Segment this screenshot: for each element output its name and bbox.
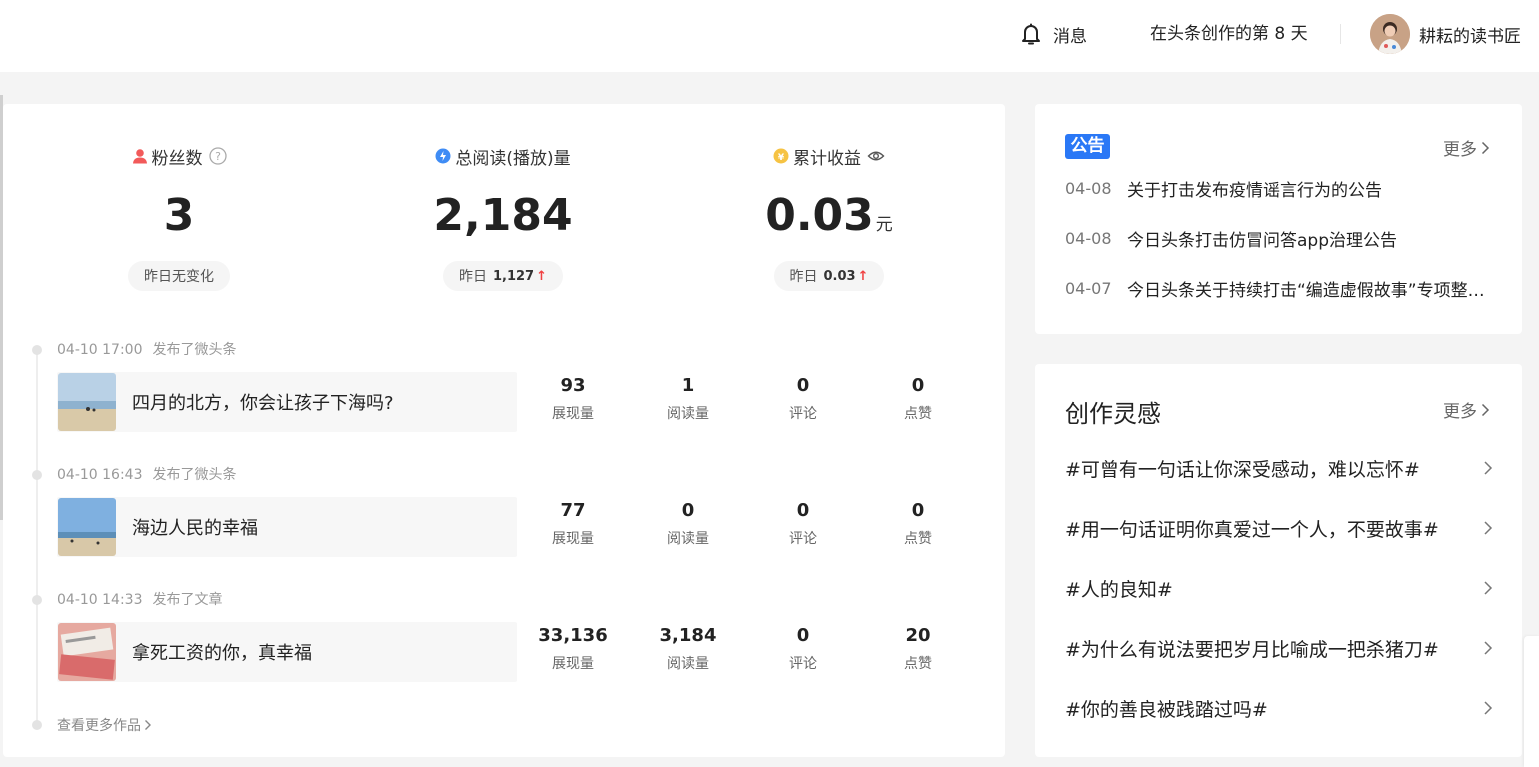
avatar[interactable] (1370, 14, 1410, 54)
eye-icon[interactable] (867, 147, 885, 165)
timeline-dot (32, 470, 42, 480)
svg-text:¥: ¥ (778, 153, 785, 163)
work-title: 拿死工资的你，真幸福 (132, 643, 312, 664)
topic-item[interactable]: #你的善良被践踏过吗# (1065, 693, 1493, 723)
work-meta: 04-10 16:43 发布了微头条 (57, 467, 237, 483)
income-stat: ¥ 累计收益 0.03 元 昨日 0.03 ↑ (679, 144, 979, 291)
likes-metric: 20 点赞 (904, 625, 932, 672)
work-meta: 04-10 14:33 发布了文章 (57, 592, 223, 608)
creation-days: 在头条创作的第 8 天 (1150, 24, 1308, 44)
fans-value: 3 (163, 190, 195, 241)
inspiration-card: 创作灵感 更多 #可曾有一句话让你深受感动，难以忘怀# #用一句话证明你真爱过一… (1035, 364, 1522, 757)
chevron-right-icon (1484, 701, 1493, 715)
coin-icon: ¥ (773, 148, 789, 164)
timeline-line (36, 354, 38, 724)
reads-icon (435, 148, 451, 164)
impressions-metric: 33,136 展现量 (538, 625, 608, 672)
topic-item[interactable]: #为什么有说法要把岁月比喻成一把杀猪刀# (1065, 633, 1493, 663)
top-bar: 消息 在头条创作的第 8 天 耕耘的读书匠 (0, 0, 1539, 72)
inspiration-more-link[interactable]: 更多 (1443, 397, 1490, 422)
work-item[interactable]: 海边人民的幸福 (57, 497, 517, 557)
income-label: 累计收益 (793, 148, 861, 169)
income-value: 0.03 元 (765, 190, 893, 241)
timeline-dot (32, 720, 42, 730)
notice-item[interactable]: 04-08 关于打击发布疫情谣言行为的公告 (1065, 176, 1495, 201)
work-thumbnail (58, 498, 116, 556)
income-change: 昨日 0.03 ↑ (773, 261, 885, 291)
up-arrow-icon: ↑ (536, 268, 548, 284)
divider (1340, 24, 1341, 44)
work-meta: 04-10 17:00 发布了微头条 (57, 342, 237, 358)
username: 耕耘的读书匠 (1419, 26, 1521, 47)
messages-button[interactable]: 消息 (1018, 20, 1087, 48)
fans-stat: 粉丝数 ? 3 昨日无变化 (29, 144, 329, 291)
chevron-right-icon (1484, 641, 1493, 655)
reads-metric: 0 阅读量 (667, 500, 709, 547)
reads-metric: 1 阅读量 (667, 375, 709, 422)
user-icon (132, 148, 148, 164)
work-thumbnail (58, 373, 116, 431)
overview-card: 粉丝数 ? 3 昨日无变化 总阅读(播放)量 2,184 昨日 1,127 ↑ … (3, 104, 1005, 757)
topic-item[interactable]: #可曾有一句话让你深受感动，难以忘怀# (1065, 453, 1493, 483)
inspiration-title: 创作灵感 (1065, 400, 1161, 428)
notice-badge: 公告 (1065, 134, 1110, 159)
comments-metric: 0 评论 (789, 375, 817, 422)
question-icon[interactable]: ? (208, 147, 227, 165)
timeline-dot (32, 345, 42, 355)
impressions-metric: 77 展现量 (552, 500, 594, 547)
reads-metric: 3,184 阅读量 (659, 625, 717, 672)
impressions-metric: 93 展现量 (552, 375, 594, 422)
notice-item[interactable]: 04-08 今日头条打击仿冒问答app治理公告 (1065, 226, 1495, 251)
reads-label: 总阅读(播放)量 (455, 148, 571, 169)
fans-label: 粉丝数 (151, 148, 203, 169)
fans-change: 昨日无变化 (128, 261, 230, 291)
reads-value: 2,184 (433, 190, 573, 241)
more-works-link[interactable]: 查看更多作品 (57, 715, 152, 735)
notice-more-link[interactable]: 更多 (1443, 135, 1490, 160)
notice-card: 公告 更多 04-08 关于打击发布疫情谣言行为的公告 04-08 今日头条打击… (1035, 104, 1522, 334)
work-item[interactable]: 拿死工资的你，真幸福 (57, 622, 517, 682)
chevron-right-icon (1481, 403, 1490, 416)
user-menu[interactable]: 耕耘的读书匠 (1370, 14, 1521, 54)
chevron-right-icon (1481, 141, 1490, 154)
chevron-right-icon (1484, 581, 1493, 595)
work-item[interactable]: 四月的北方，你会让孩子下海吗? (57, 372, 517, 432)
notice-item[interactable]: 04-07 今日头条关于持续打击“编造虚假故事”专项整… (1065, 276, 1495, 301)
topic-item[interactable]: #人的良知# (1065, 573, 1493, 603)
likes-metric: 0 点赞 (904, 500, 932, 547)
chevron-right-icon (1484, 461, 1493, 475)
bell-icon (1022, 23, 1040, 45)
timeline-dot (32, 595, 42, 605)
up-arrow-icon: ↑ (857, 268, 869, 284)
svg-text:?: ? (215, 150, 221, 163)
work-title: 海边人民的幸福 (132, 518, 258, 539)
side-panel-edge (1524, 636, 1539, 767)
comments-metric: 0 评论 (789, 500, 817, 547)
comments-metric: 0 评论 (789, 625, 817, 672)
topic-item[interactable]: #用一句话证明你真爱过一个人，不要故事# (1065, 513, 1493, 543)
messages-label: 消息 (1053, 26, 1087, 47)
work-title: 四月的北方，你会让孩子下海吗? (132, 393, 394, 414)
likes-metric: 0 点赞 (904, 375, 932, 422)
chevron-right-icon (1484, 521, 1493, 535)
reads-change: 昨日 1,127 ↑ (442, 261, 564, 291)
work-thumbnail (58, 623, 116, 681)
reads-stat: 总阅读(播放)量 2,184 昨日 1,127 ↑ (353, 144, 653, 291)
chevron-right-icon (145, 720, 151, 730)
